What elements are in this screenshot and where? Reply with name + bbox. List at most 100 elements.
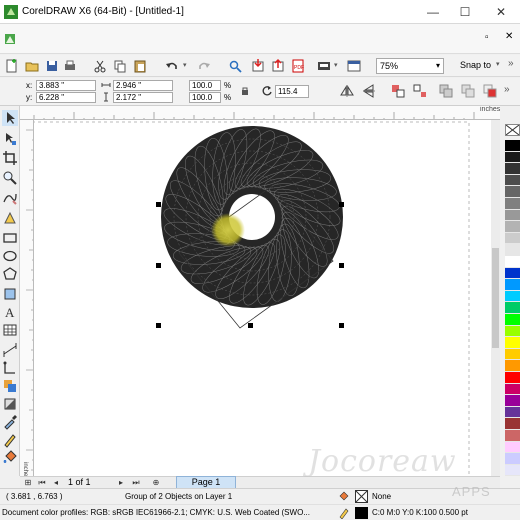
palette-swatch[interactable]: [505, 348, 520, 361]
palette-swatch[interactable]: [505, 267, 520, 280]
document-icon[interactable]: [4, 33, 16, 45]
save-icon[interactable]: [44, 58, 60, 74]
handle-bottom-left[interactable]: [156, 323, 161, 328]
outline-pen-tool-icon[interactable]: [2, 432, 18, 448]
transparency-tool-icon[interactable]: [2, 396, 18, 412]
fill-tool-icon[interactable]: [2, 450, 18, 466]
welcome-screen-icon[interactable]: [346, 58, 362, 74]
restore-doc-icon[interactable]: ▫: [485, 32, 489, 43]
outline-pen-icon[interactable]: [338, 507, 350, 519]
crop-tool-icon[interactable]: [2, 150, 18, 166]
handle-top-left[interactable]: [156, 202, 161, 207]
snap-to-dropdown-icon[interactable]: ▾: [496, 60, 500, 68]
open-icon[interactable]: [24, 58, 40, 74]
toolbar-overflow-icon[interactable]: »: [508, 58, 514, 69]
handle-top-right[interactable]: [339, 202, 344, 207]
interactive-effects-tool-icon[interactable]: [2, 378, 18, 394]
basic-shapes-tool-icon[interactable]: [2, 286, 18, 302]
handle-bottom-middle[interactable]: [248, 323, 253, 328]
palette-swatch[interactable]: [505, 186, 520, 198]
print-icon[interactable]: [62, 58, 78, 74]
palette-swatch[interactable]: [505, 337, 520, 349]
combine-icon[interactable]: [438, 83, 454, 99]
palette-swatch[interactable]: [505, 279, 520, 291]
new-icon[interactable]: [4, 58, 20, 74]
handle-middle-left[interactable]: [156, 263, 161, 268]
undo-icon[interactable]: [164, 58, 180, 74]
import-icon[interactable]: [250, 58, 266, 74]
close-button[interactable]: ✕: [486, 3, 516, 21]
last-page-icon[interactable]: ⏭: [130, 477, 142, 488]
copy-icon[interactable]: [112, 58, 128, 74]
palette-swatch[interactable]: [505, 151, 520, 164]
redo-icon[interactable]: [196, 58, 212, 74]
palette-swatch[interactable]: [505, 209, 520, 222]
height-input[interactable]: 2.172 ": [113, 92, 173, 103]
text-tool-icon[interactable]: A: [2, 304, 18, 320]
drawing-canvas[interactable]: [34, 120, 491, 476]
application-launcher-icon[interactable]: [316, 58, 332, 74]
palette-swatch[interactable]: [505, 314, 520, 326]
previous-page-icon[interactable]: ◂: [50, 477, 62, 488]
palette-swatch[interactable]: [505, 302, 520, 314]
palette-swatch[interactable]: [505, 174, 520, 187]
table-tool-icon[interactable]: [2, 322, 18, 338]
polygon-tool-icon[interactable]: [2, 266, 18, 282]
width-input[interactable]: 2.946 ": [113, 80, 173, 91]
next-page-icon[interactable]: ▸: [115, 477, 127, 488]
palette-swatch[interactable]: [505, 290, 520, 303]
palette-swatch[interactable]: [505, 163, 520, 175]
first-page-icon[interactable]: ⏮: [36, 477, 48, 488]
vertical-scrollbar[interactable]: [491, 120, 500, 476]
connector-tool-icon[interactable]: [2, 360, 18, 376]
freehand-tool-icon[interactable]: [2, 190, 18, 206]
lock-ratio-icon[interactable]: [240, 86, 250, 96]
propbar-overflow-icon[interactable]: »: [504, 84, 510, 95]
close-doc-icon[interactable]: ✕: [505, 31, 513, 42]
palette-swatch[interactable]: [505, 453, 520, 465]
palette-swatch[interactable]: [505, 395, 520, 407]
horizontal-ruler[interactable]: inches: [20, 106, 500, 120]
fill-bucket-icon[interactable]: [338, 491, 350, 503]
y-position-input[interactable]: 6.228 ": [36, 92, 96, 103]
group-icon[interactable]: [390, 83, 406, 99]
mirror-horizontal-icon[interactable]: [340, 84, 354, 98]
palette-swatch[interactable]: [505, 325, 520, 338]
scale-width-input[interactable]: 100.0: [189, 80, 221, 91]
x-position-input[interactable]: 3.883 ": [36, 80, 96, 91]
add-page-icon[interactable]: ⊕: [150, 477, 162, 488]
grid-icon[interactable]: ⊞: [22, 477, 34, 488]
rectangle-tool-icon[interactable]: [2, 230, 18, 246]
palette-swatch[interactable]: [505, 464, 520, 477]
cut-icon[interactable]: [92, 58, 108, 74]
search-content-icon[interactable]: [228, 58, 244, 74]
export-icon[interactable]: [270, 58, 286, 74]
minimize-button[interactable]: —: [418, 3, 448, 21]
palette-swatch[interactable]: [505, 256, 520, 268]
palette-swatch[interactable]: [505, 232, 520, 245]
ungroup-icon[interactable]: [412, 83, 428, 99]
undo-dropdown-icon[interactable]: ▾: [183, 61, 187, 69]
palette-swatch[interactable]: [505, 244, 520, 256]
palette-swatch[interactable]: [505, 383, 520, 396]
palette-swatch[interactable]: [505, 360, 520, 372]
palette-swatch[interactable]: [505, 418, 520, 430]
zoom-level-select[interactable]: 75% ▾: [376, 58, 444, 74]
paste-icon[interactable]: [132, 58, 148, 74]
vertical-ruler[interactable]: inches: [20, 120, 34, 476]
dimension-tool-icon[interactable]: [2, 342, 18, 358]
ellipse-tool-icon[interactable]: [2, 248, 18, 264]
mirror-vertical-icon[interactable]: [362, 84, 376, 98]
trim-icon[interactable]: [482, 83, 498, 99]
weld-icon[interactable]: [460, 83, 476, 99]
palette-swatch[interactable]: [505, 441, 520, 454]
pick-tool-icon[interactable]: [2, 110, 18, 126]
document-color-profiles[interactable]: Document color profiles: RGB: sRGB IEC61…: [2, 505, 310, 520]
publish-pdf-icon[interactable]: PDF: [290, 58, 306, 74]
snap-to-button[interactable]: Snap to: [460, 60, 491, 70]
palette-swatch[interactable]: [505, 430, 520, 442]
maximize-button[interactable]: ☐: [450, 3, 480, 21]
handle-middle-right[interactable]: [339, 263, 344, 268]
handle-bottom-right[interactable]: [339, 323, 344, 328]
palette-swatch[interactable]: [505, 221, 520, 233]
